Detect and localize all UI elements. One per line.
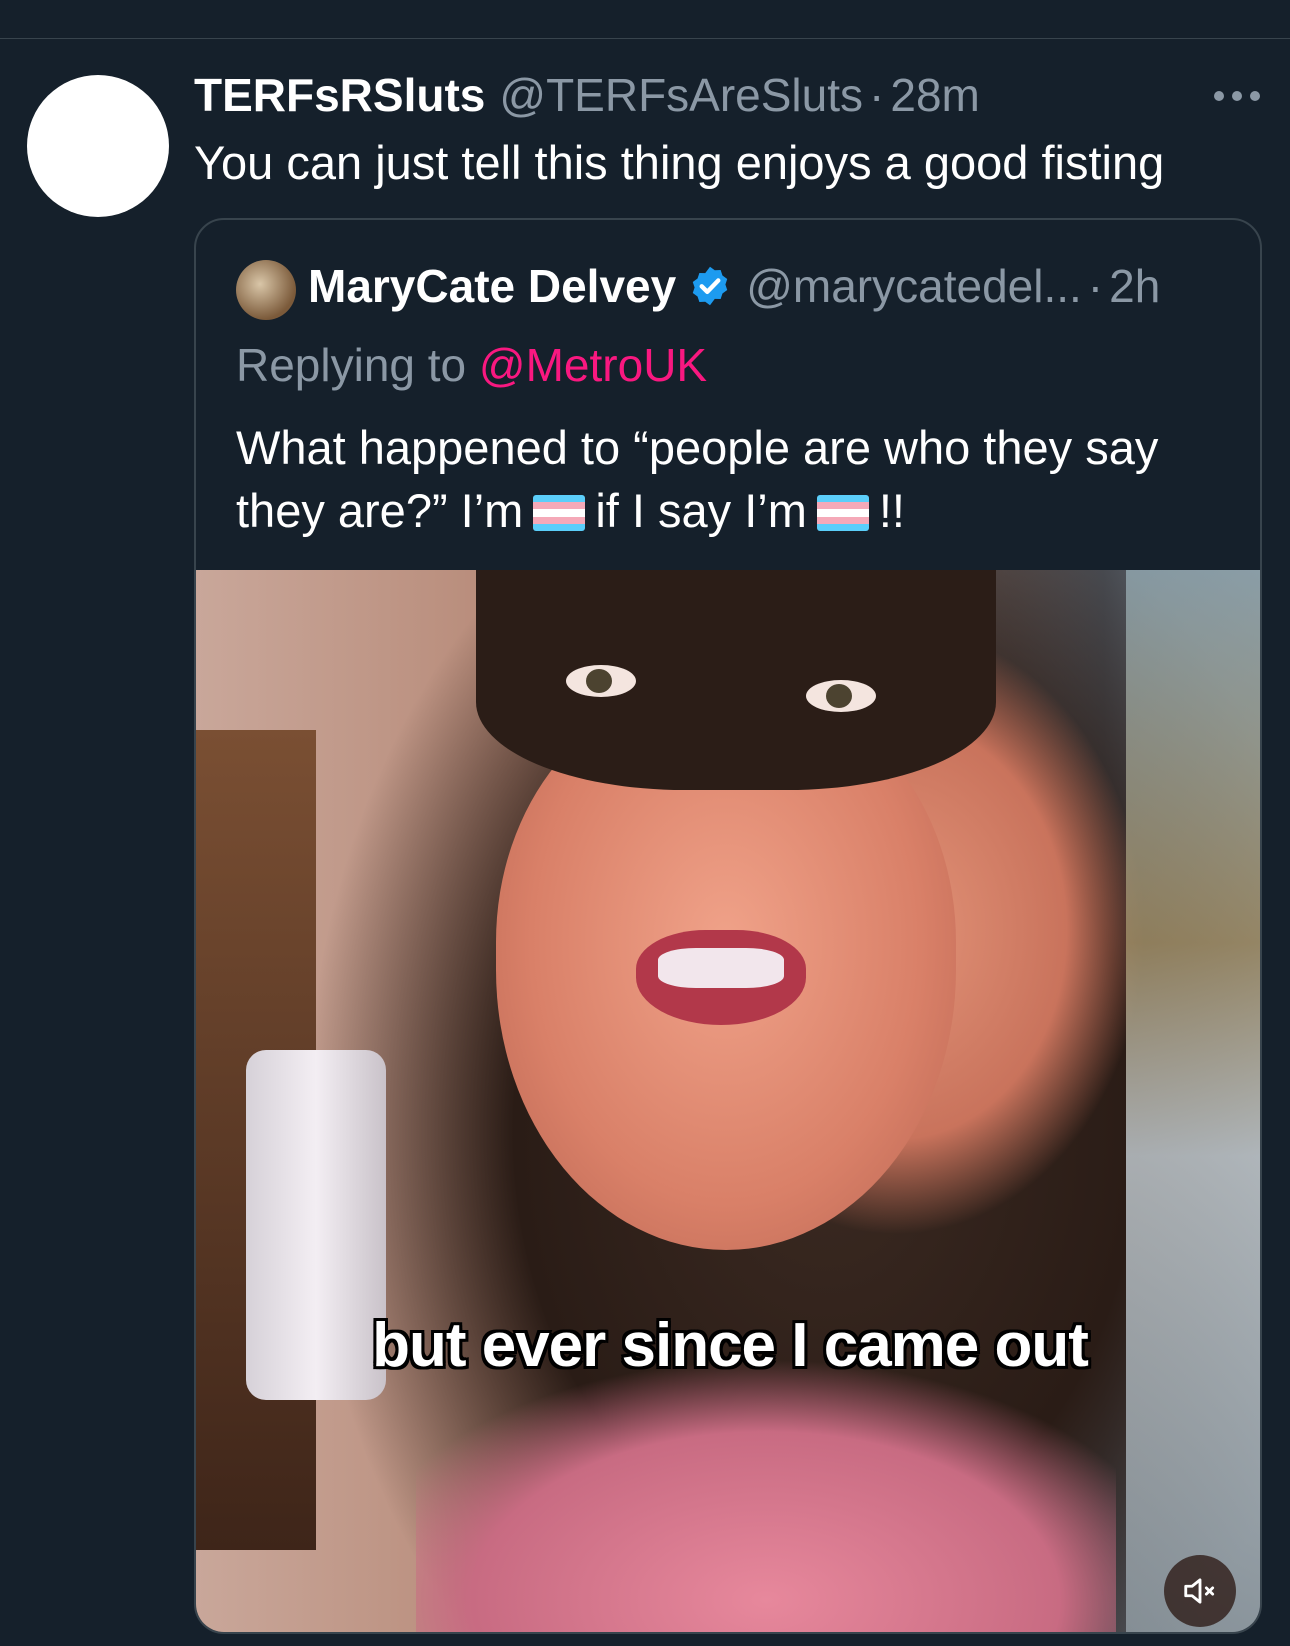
transgender-flag-icon xyxy=(533,495,586,531)
quoted-text-part-2: if I say I’m xyxy=(595,484,807,537)
top-divider xyxy=(0,38,1290,39)
more-horizontal-icon[interactable] xyxy=(1214,84,1260,108)
quoted-text-part-3: !! xyxy=(878,484,905,537)
video-subject-hair xyxy=(476,570,996,790)
verified-badge-icon xyxy=(692,266,728,306)
separator-dot: · xyxy=(869,69,885,121)
video-player[interactable]: but ever since I came out xyxy=(196,570,1260,1632)
video-subject-eye xyxy=(806,680,876,712)
video-subject-mouth xyxy=(636,930,806,1025)
replying-prefix: Replying to xyxy=(236,339,467,391)
mention-link[interactable]: @MetroUK xyxy=(479,339,707,391)
video-subject-eye xyxy=(566,665,636,697)
avatar[interactable] xyxy=(27,75,169,217)
video-background-fridge xyxy=(1126,570,1260,1632)
replying-to: Replying to @MetroUK xyxy=(236,338,707,392)
tweet-header: TERFsRSluts @TERFsAreSluts · 28m xyxy=(194,68,980,128)
user-handle[interactable]: @TERFsAreSluts xyxy=(499,68,863,122)
transgender-flag-icon xyxy=(816,495,869,531)
tweet-text: You can just tell this thing enjoys a go… xyxy=(194,136,1165,189)
quoted-display-name[interactable]: MaryCate Delvey xyxy=(308,259,676,313)
quoted-avatar[interactable] xyxy=(236,260,296,320)
mute-button[interactable] xyxy=(1164,1555,1236,1627)
quoted-separator-dot: · xyxy=(1087,260,1104,312)
quoted-header: MaryCate Delvey @marycatedel... · 2h xyxy=(308,256,1160,316)
quoted-tweet-card[interactable]: MaryCate Delvey @marycatedel... · 2h Rep… xyxy=(194,218,1262,1634)
timestamp[interactable]: 28m xyxy=(890,68,979,122)
video-caption: but ever since I came out xyxy=(372,1311,1089,1380)
display-name[interactable]: TERFsRSluts xyxy=(194,68,485,122)
quoted-tweet-text: What happened to “people are who they sa… xyxy=(236,416,1226,542)
video-subject-top xyxy=(416,1350,1116,1632)
quoted-handle[interactable]: @marycatedel... xyxy=(746,259,1082,313)
quoted-timestamp[interactable]: 2h xyxy=(1109,259,1160,313)
volume-muted-icon xyxy=(1184,1578,1215,1604)
